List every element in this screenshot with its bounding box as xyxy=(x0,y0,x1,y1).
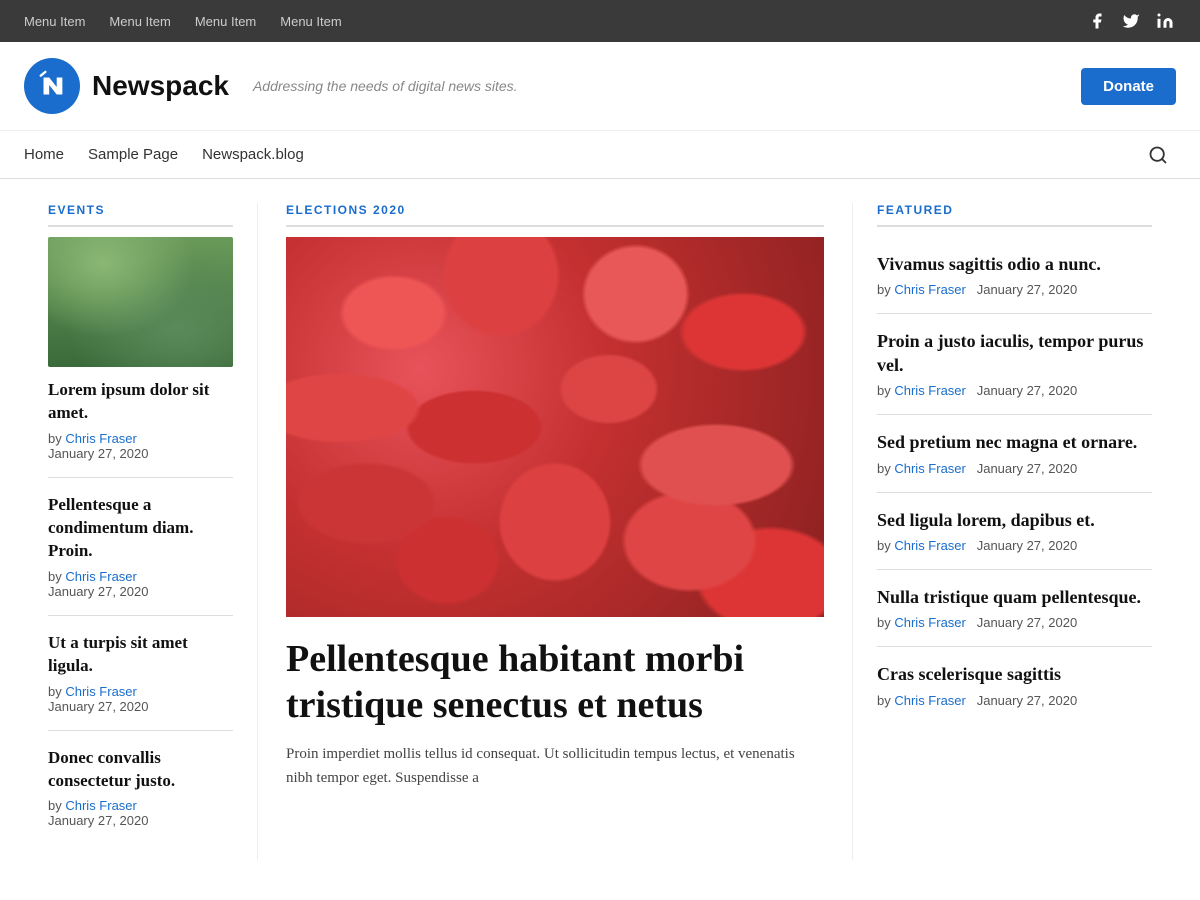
article-date: January 27, 2020 xyxy=(48,813,148,828)
article-meta: by Chris Fraser January 27, 2020 xyxy=(877,282,1152,297)
top-menu-item-1[interactable]: Menu Item xyxy=(24,14,85,29)
article-date: January 27, 2020 xyxy=(48,584,148,599)
article-title[interactable]: Nulla tristique quam pellentesque. xyxy=(877,586,1152,609)
article-thumbnail xyxy=(48,237,233,367)
main-headline[interactable]: Pellentesque habitant morbi tristique se… xyxy=(286,637,824,728)
article-meta: by Chris Fraser January 27, 2020 xyxy=(877,615,1152,630)
site-header: Newspack Addressing the needs of digital… xyxy=(0,42,1200,131)
article-date: January 27, 2020 xyxy=(977,282,1077,297)
facebook-icon[interactable] xyxy=(1086,10,1108,32)
article-date: January 27, 2020 xyxy=(977,615,1077,630)
article-meta: by Chris Fraser January 27, 2020 xyxy=(877,383,1152,398)
linkedin-icon[interactable] xyxy=(1154,10,1176,32)
top-menu-item-3[interactable]: Menu Item xyxy=(195,14,256,29)
article-title[interactable]: Ut a turpis sit amet ligula. xyxy=(48,632,233,678)
article-date: January 27, 2020 xyxy=(48,699,148,714)
social-icons xyxy=(1086,10,1176,32)
search-icon xyxy=(1148,145,1168,165)
article-meta: by Chris Fraser January 27, 2020 xyxy=(48,431,233,461)
nav-links: Home Sample Page Newspack.blog xyxy=(24,132,1140,177)
main-nav: Home Sample Page Newspack.blog xyxy=(0,131,1200,179)
list-item: Vivamus sagittis odio a nunc. by Chris F… xyxy=(877,237,1152,314)
events-section-label: EVENTS xyxy=(48,203,233,227)
nav-sample-page[interactable]: Sample Page xyxy=(88,132,194,177)
list-item: Sed pretium nec magna et ornare. by Chri… xyxy=(877,415,1152,492)
author-link[interactable]: Chris Fraser xyxy=(894,538,966,553)
list-item: Cras scelerisque sagittis by Chris Frase… xyxy=(877,647,1152,723)
article-date: January 27, 2020 xyxy=(977,538,1077,553)
list-item: Sed ligula lorem, dapibus et. by Chris F… xyxy=(877,493,1152,570)
main-excerpt: Proin imperdiet mollis tellus id consequ… xyxy=(286,742,824,790)
site-logo[interactable] xyxy=(24,58,80,114)
donate-button[interactable]: Donate xyxy=(1081,68,1176,105)
author-link[interactable]: Chris Fraser xyxy=(894,282,966,297)
article-date: January 27, 2020 xyxy=(48,446,148,461)
list-item: Lorem ipsum dolor sit amet. by Chris Fra… xyxy=(48,237,233,478)
article-title[interactable]: Sed ligula lorem, dapibus et. xyxy=(877,509,1152,532)
left-column: EVENTS Lorem ipsum dolor sit amet. by Ch… xyxy=(48,203,258,860)
featured-section-label: FEATURED xyxy=(877,203,1152,227)
list-item: Proin a justo iaculis, tempor purus vel.… xyxy=(877,314,1152,415)
list-item: Nulla tristique quam pellentesque. by Ch… xyxy=(877,570,1152,647)
search-button[interactable] xyxy=(1140,137,1176,173)
right-column: FEATURED Vivamus sagittis odio a nunc. b… xyxy=(852,203,1152,860)
list-item: Donec convallis consectetur justo. by Ch… xyxy=(48,747,233,845)
article-meta: by Chris Fraser January 27, 2020 xyxy=(877,693,1152,708)
article-meta: by Chris Fraser January 27, 2020 xyxy=(48,798,233,828)
main-article-image xyxy=(286,237,824,617)
list-item: Ut a turpis sit amet ligula. by Chris Fr… xyxy=(48,632,233,731)
article-meta: by Chris Fraser January 27, 2020 xyxy=(48,569,233,599)
article-meta: by Chris Fraser January 27, 2020 xyxy=(48,684,233,714)
author-link[interactable]: Chris Fraser xyxy=(65,798,137,813)
main-column: ELECTIONS 2020 Pellentesque habitant mor… xyxy=(258,203,852,860)
top-menu-item-2[interactable]: Menu Item xyxy=(109,14,170,29)
article-meta: by Chris Fraser January 27, 2020 xyxy=(877,461,1152,476)
top-bar-nav: Menu Item Menu Item Menu Item Menu Item xyxy=(24,14,342,29)
author-link[interactable]: Chris Fraser xyxy=(894,461,966,476)
author-link[interactable]: Chris Fraser xyxy=(65,684,137,699)
top-menu-item-4[interactable]: Menu Item xyxy=(280,14,341,29)
article-title[interactable]: Vivamus sagittis odio a nunc. xyxy=(877,253,1152,276)
nav-newspack-blog[interactable]: Newspack.blog xyxy=(202,132,320,177)
author-link[interactable]: Chris Fraser xyxy=(894,615,966,630)
twitter-icon[interactable] xyxy=(1120,10,1142,32)
article-meta: by Chris Fraser January 27, 2020 xyxy=(877,538,1152,553)
by-label: by xyxy=(48,431,62,446)
author-link[interactable]: Chris Fraser xyxy=(894,383,966,398)
article-title[interactable]: Cras scelerisque sagittis xyxy=(877,663,1152,686)
author-link[interactable]: Chris Fraser xyxy=(65,569,137,584)
nav-home[interactable]: Home xyxy=(24,132,80,177)
top-bar: Menu Item Menu Item Menu Item Menu Item xyxy=(0,0,1200,42)
article-date: January 27, 2020 xyxy=(977,461,1077,476)
article-title[interactable]: Donec convallis consectetur justo. xyxy=(48,747,233,793)
article-title[interactable]: Lorem ipsum dolor sit amet. xyxy=(48,379,233,425)
article-date: January 27, 2020 xyxy=(977,693,1077,708)
author-link[interactable]: Chris Fraser xyxy=(894,693,966,708)
article-title[interactable]: Pellentesque a condimentum diam. Proin. xyxy=(48,494,233,563)
article-title[interactable]: Sed pretium nec magna et ornare. xyxy=(877,431,1152,454)
elections-section-label: ELECTIONS 2020 xyxy=(286,203,824,227)
article-title[interactable]: Proin a justo iaculis, tempor purus vel. xyxy=(877,330,1152,377)
site-name: Newspack xyxy=(92,70,229,102)
site-tagline: Addressing the needs of digital news sit… xyxy=(253,78,518,94)
author-link[interactable]: Chris Fraser xyxy=(65,431,137,446)
list-item: Pellentesque a condimentum diam. Proin. … xyxy=(48,494,233,616)
logo-area: Newspack Addressing the needs of digital… xyxy=(24,58,1081,114)
content-area: EVENTS Lorem ipsum dolor sit amet. by Ch… xyxy=(24,179,1176,860)
article-date: January 27, 2020 xyxy=(977,383,1077,398)
